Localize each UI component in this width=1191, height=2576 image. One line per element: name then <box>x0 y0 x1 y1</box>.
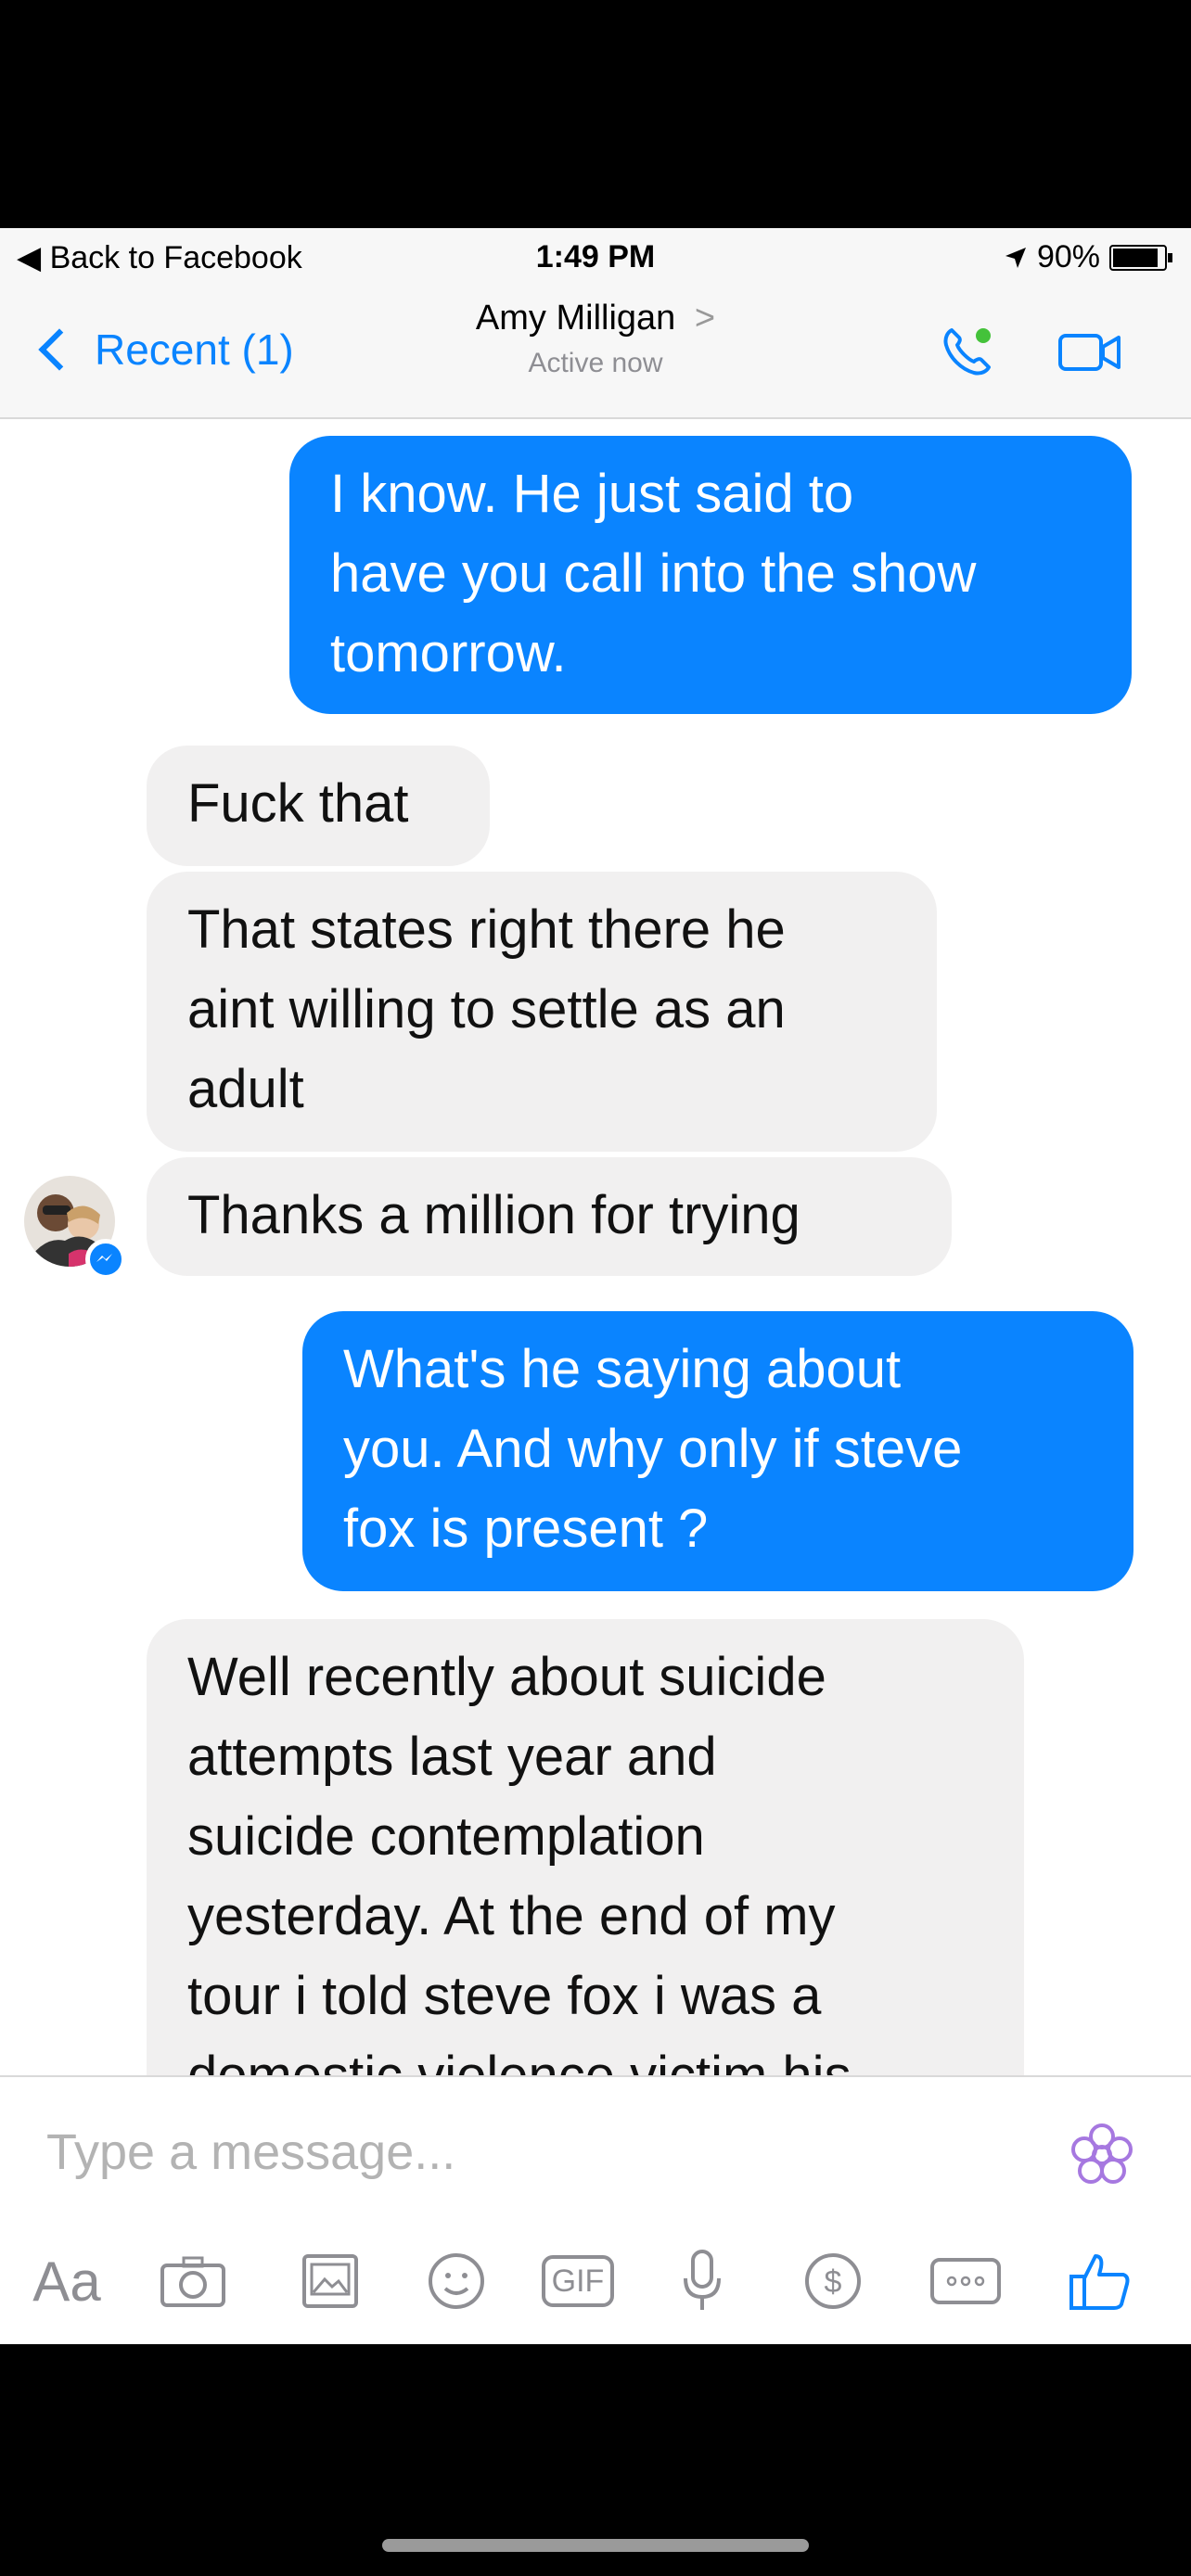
message-bubble-incoming: Well recently about suicide attempts las… <box>147 1619 1024 2075</box>
flower-icon[interactable] <box>1067 2120 1137 2190</box>
active-status: Active now <box>528 348 663 378</box>
like-button[interactable] <box>1063 2244 1137 2318</box>
text-style-button[interactable]: Aa <box>20 2244 113 2318</box>
status-bar: ◀ Back to Facebook 1:49 PM 90% <box>0 228 1191 287</box>
message-bubble-incoming: Thanks a million for trying <box>147 1157 952 1276</box>
home-indicator[interactable] <box>382 2539 809 2552</box>
messenger-badge-icon <box>85 1239 126 1280</box>
message-text: That states right there he aint willing … <box>187 899 786 1119</box>
message-list[interactable]: I know. He just said to have you call in… <box>0 419 1191 2075</box>
microphone-icon <box>684 2250 721 2310</box>
message-bubble-incoming: That states right there he aint willing … <box>147 872 937 1152</box>
gif-label: GIF <box>551 2263 605 2299</box>
message-text: Thanks a million for trying <box>187 1185 800 1245</box>
conversation-header: Recent (1) Amy Milligan > Active now <box>0 287 1191 419</box>
message-bubble-outgoing: What's he saying about you. And why only… <box>302 1311 1133 1591</box>
message-text: What's he saying about you. And why only… <box>343 1339 963 1559</box>
payment-icon: $ <box>805 2253 861 2309</box>
emoji-button[interactable] <box>419 2244 493 2318</box>
video-camera-icon[interactable] <box>1057 328 1122 376</box>
aa-label: Aa <box>32 2250 101 2313</box>
message-text: Well recently about suicide attempts las… <box>187 1647 852 2075</box>
status-right: 90% <box>1004 239 1172 275</box>
message-bubble-outgoing: I know. He just said to have you call in… <box>289 436 1132 714</box>
more-icon <box>930 2258 1001 2304</box>
message-text: Fuck that <box>187 773 409 834</box>
contact-name: Amy Milligan <box>475 299 676 338</box>
message-text: I know. He just said to have you call in… <box>330 464 977 683</box>
svg-text:$: $ <box>825 2264 842 2300</box>
contact-chevron: > <box>694 299 716 338</box>
composer: Type a message... Aa GIF $ <box>0 2075 1191 2346</box>
like-icon <box>1069 2254 1130 2310</box>
battery-percent: 90% <box>1036 239 1100 274</box>
camera-button[interactable] <box>156 2244 230 2318</box>
camera-icon <box>160 2256 225 2307</box>
location-arrow-icon <box>1005 247 1026 268</box>
message-bubble-incoming: Fuck that <box>147 746 490 866</box>
gallery-icon <box>302 2254 358 2308</box>
emoji-icon <box>429 2253 484 2309</box>
more-button[interactable] <box>924 2244 1007 2318</box>
gallery-button[interactable] <box>293 2244 367 2318</box>
top-black-bar <box>0 0 1191 228</box>
microphone-button[interactable] <box>670 2244 735 2318</box>
contact-title[interactable]: Amy Milligan > Active now <box>0 299 1191 379</box>
message-input[interactable]: Type a message... <box>46 2123 455 2181</box>
payment-button[interactable]: $ <box>796 2244 870 2318</box>
composer-toolbar: Aa GIF $ <box>0 2235 1191 2327</box>
gif-button[interactable]: GIF <box>538 2244 618 2318</box>
battery-icon <box>1109 244 1172 271</box>
phone-icon[interactable] <box>939 323 996 380</box>
